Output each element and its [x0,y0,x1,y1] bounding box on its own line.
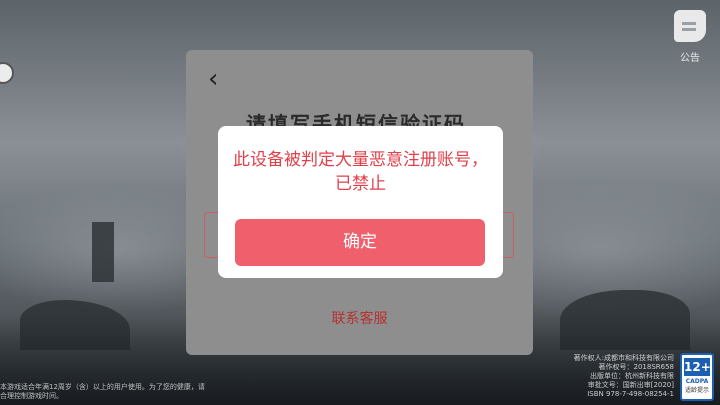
back-button[interactable]: ‹ [208,64,234,94]
copyright-info: 著作权人:成都市和科技有限公司 著作权号：2018SR658 出版单位：杭州新科… [504,354,674,399]
age-rating-badge: 12+ CADPA 适龄提示 [680,353,714,401]
scroll-icon [674,10,706,42]
notice-label: 公告 [680,53,700,64]
copyright-line: 著作权号：2018SR658 [598,363,674,371]
copyright-line: 著作权人:成都市和科技有限公司 [573,354,674,362]
confirm-button[interactable]: 确定 [235,219,485,266]
dialog-message: 此设备被判定大量恶意注册账号，已禁止 [233,150,488,194]
copyright-line: ISBN 978-7-498-08254-1 [587,390,674,398]
alert-dialog: 此设备被判定大量恶意注册账号，已禁止 确定 [218,126,503,278]
health-tip: 本游戏适合年满12周岁（含）以上的用户使用。为了您的健康，请合理控制游戏时间。 [0,383,205,400]
rating-org: CADPA [685,378,709,385]
age-rating: 12+ [684,358,711,376]
contact-support-link[interactable]: 联系客服 [186,308,533,328]
background-rock [92,222,114,282]
copyright-line: 出版单位：杭州新科技有限 [590,372,674,380]
notice-button[interactable]: 公告 [668,8,712,68]
copyright-line: 审批文号：国新出审[2020] [587,381,674,389]
rating-tip: 适龄提示 [684,387,709,394]
